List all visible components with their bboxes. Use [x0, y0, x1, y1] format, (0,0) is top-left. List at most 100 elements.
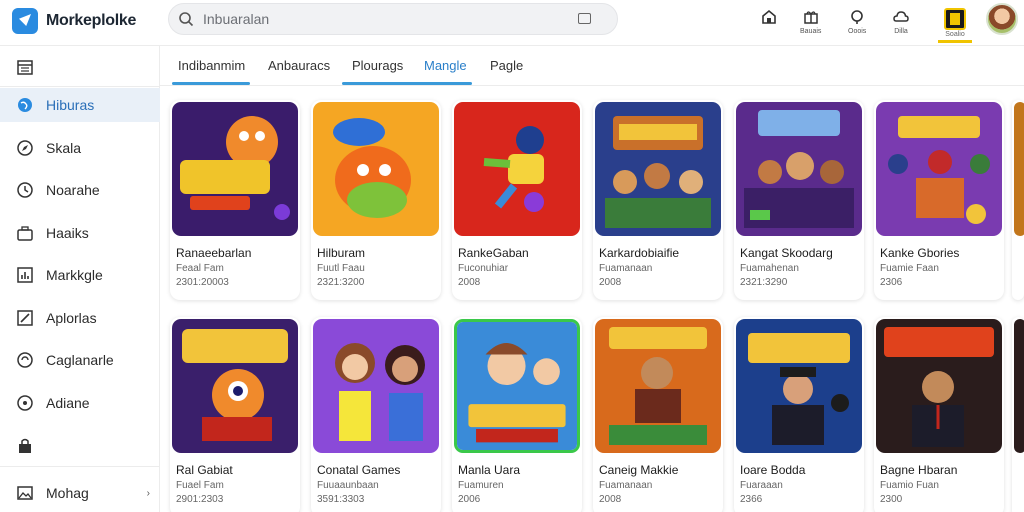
calendar-icon	[16, 58, 34, 76]
chart-icon	[16, 266, 34, 284]
game-subtitle: Fuutl Faau	[317, 263, 365, 274]
globe-icon	[16, 96, 34, 114]
sidebar-divider	[0, 86, 160, 87]
game-card[interactable]: Kangat Skoodarg Fuamahenan 2321:3290	[734, 100, 864, 300]
notification-icon[interactable]: Ooois	[848, 8, 866, 35]
game-card[interactable]: Bagne Hbaran Fuamio Fuan 2300	[874, 317, 1004, 512]
top-bar: Morkeplolke Bauais Ooois Dilla Soalio	[0, 0, 1024, 46]
game-meta: 2006	[458, 494, 481, 505]
game-thumbnail	[736, 319, 862, 453]
sidebar-item-label: Aplorlas	[46, 310, 97, 326]
game-card[interactable]: Karkardobiaifie Fuamanaan 2008	[593, 100, 723, 300]
game-thumbnail	[1014, 102, 1024, 236]
game-subtitle: Fuamuren	[458, 480, 504, 491]
badge-icon[interactable]	[944, 8, 966, 30]
game-subtitle: Fuamahenan	[740, 263, 799, 274]
game-card[interactable]: Ioare Bodda Fuaraaan 2366	[734, 317, 864, 512]
game-card[interactable]: Conatal Games Fuuaaunbaan 3591:3303	[311, 317, 441, 512]
game-card[interactable]: Caneig Makkie Fuamanaan 2008	[593, 317, 723, 512]
game-card[interactable]: Kanke Gbories Fuamie Faan 2306	[874, 100, 1004, 300]
badge-indicator	[938, 40, 972, 43]
clock-icon	[16, 181, 34, 199]
game-title: Caneig Makkie	[599, 463, 679, 477]
sidebar-item-label: Caglanarle	[46, 352, 114, 368]
gift-icon[interactable]: Bauais	[800, 8, 821, 35]
sidebar-item-label: Hiburas	[46, 97, 95, 113]
game-title: Ranaeebarlan	[176, 246, 252, 260]
sidebar-item-noarahe[interactable]: Noarahe	[0, 173, 160, 207]
game-meta: 2008	[599, 277, 622, 288]
game-subtitle: Fuamie Faan	[880, 263, 939, 274]
sidebar-item-haaiks[interactable]: Haaiks	[0, 216, 160, 250]
game-meta: 2366	[740, 494, 763, 505]
sidebar-item-label: Skala	[46, 140, 82, 156]
game-meta: 2301:20003	[176, 277, 229, 288]
sidebar-item-aplorlas[interactable]: Aplorlas	[0, 301, 160, 335]
home-icon[interactable]	[760, 8, 778, 26]
tab-mangle[interactable]: Mangle	[424, 58, 467, 73]
game-subtitle: Fuamanaan	[599, 263, 653, 274]
game-card[interactable]	[1012, 317, 1024, 512]
sidebar-item-caglanarle[interactable]: Caglanarle	[0, 343, 160, 377]
logo-icon	[12, 8, 38, 34]
sidebar-item-mohag[interactable]: Mohag ›	[0, 476, 160, 510]
chevron-right-icon[interactable]: ›	[147, 488, 150, 499]
game-card[interactable]: RankeGaban Fuconuhiar 2008	[452, 100, 582, 300]
app-name: Morkeplolke	[46, 12, 137, 29]
game-title: Manla Uara	[458, 463, 521, 477]
image-icon	[16, 484, 34, 502]
game-thumbnail	[595, 319, 721, 453]
game-card[interactable]	[1012, 100, 1024, 300]
game-thumbnail	[876, 102, 1002, 236]
game-card[interactable]: Ral Gabiat Fuael Fam 2901:2303	[170, 317, 300, 512]
sidebar-item-hiburas[interactable]: Hiburas	[0, 88, 160, 122]
game-subtitle: Fuael Fam	[176, 480, 224, 491]
search-input[interactable]	[203, 11, 563, 27]
game-thumbnail	[595, 102, 721, 236]
tab-indicator	[342, 82, 472, 85]
game-card[interactable]: Manla Uara Fuamuren 2006	[452, 317, 582, 512]
tab-bar: Indibanmim Anbauracs Plourags Mangle Pag…	[160, 46, 1024, 86]
sidebar-item-label: Haaiks	[46, 225, 89, 241]
game-thumbnail	[172, 319, 298, 453]
game-subtitle: Fuamio Fuan	[880, 480, 939, 491]
game-card[interactable]: Ranaeebarlan Feaal Fam 2301:20003	[170, 100, 300, 300]
game-title: RankeGaban	[458, 246, 529, 260]
sidebar-item-skala[interactable]: Skala	[0, 131, 160, 165]
game-subtitle: Fuaraaan	[740, 480, 783, 491]
game-title: Ioare Bodda	[740, 463, 806, 477]
search-bar[interactable]	[168, 3, 618, 35]
app-logo[interactable]: Morkeplolke	[12, 8, 136, 34]
game-thumbnail	[1014, 319, 1024, 453]
game-card[interactable]: Hilburam Fuutl Faau 2321:3200	[311, 100, 441, 300]
game-title: Kangat Skoodarg	[740, 246, 833, 260]
game-thumbnail	[454, 319, 580, 453]
game-thumbnail	[736, 102, 862, 236]
game-title: Karkardobiaifie	[599, 246, 680, 260]
game-meta: 2306	[880, 277, 903, 288]
tab-pagle[interactable]: Pagle	[490, 58, 523, 73]
notification-label: Ooois	[848, 28, 867, 35]
sidebar-item-adiane[interactable]: Adiane	[0, 386, 160, 420]
game-thumbnail	[454, 102, 580, 236]
game-meta: 2321:3290	[740, 277, 788, 288]
game-meta: 2008	[599, 494, 622, 505]
avatar[interactable]	[986, 3, 1018, 35]
sidebar-item-calendar[interactable]	[0, 50, 160, 84]
game-meta: 2321:3200	[317, 277, 365, 288]
game-subtitle: Fuamanaan	[599, 480, 653, 491]
cloud-icon[interactable]: Dilla	[892, 8, 910, 35]
sidebar-item-bag[interactable]	[0, 429, 160, 463]
game-meta: 3591:3303	[317, 494, 365, 505]
keyboard-icon[interactable]	[578, 13, 591, 24]
cloud-label: Dilla	[894, 28, 908, 35]
tab-anbauracs[interactable]: Anbauracs	[268, 58, 330, 73]
game-thumbnail	[876, 319, 1002, 453]
sidebar: Hiburas Skala Noarahe Haaiks Markkgle Ap…	[0, 46, 160, 512]
tab-indicator	[172, 82, 250, 85]
tab-indibanmim[interactable]: Indibanmim	[178, 58, 245, 73]
tab-plourags[interactable]: Plourags	[352, 58, 403, 73]
game-title: Kanke Gbories	[880, 246, 960, 260]
sidebar-item-markkgle[interactable]: Markkgle	[0, 258, 160, 292]
game-thumbnail	[313, 102, 439, 236]
